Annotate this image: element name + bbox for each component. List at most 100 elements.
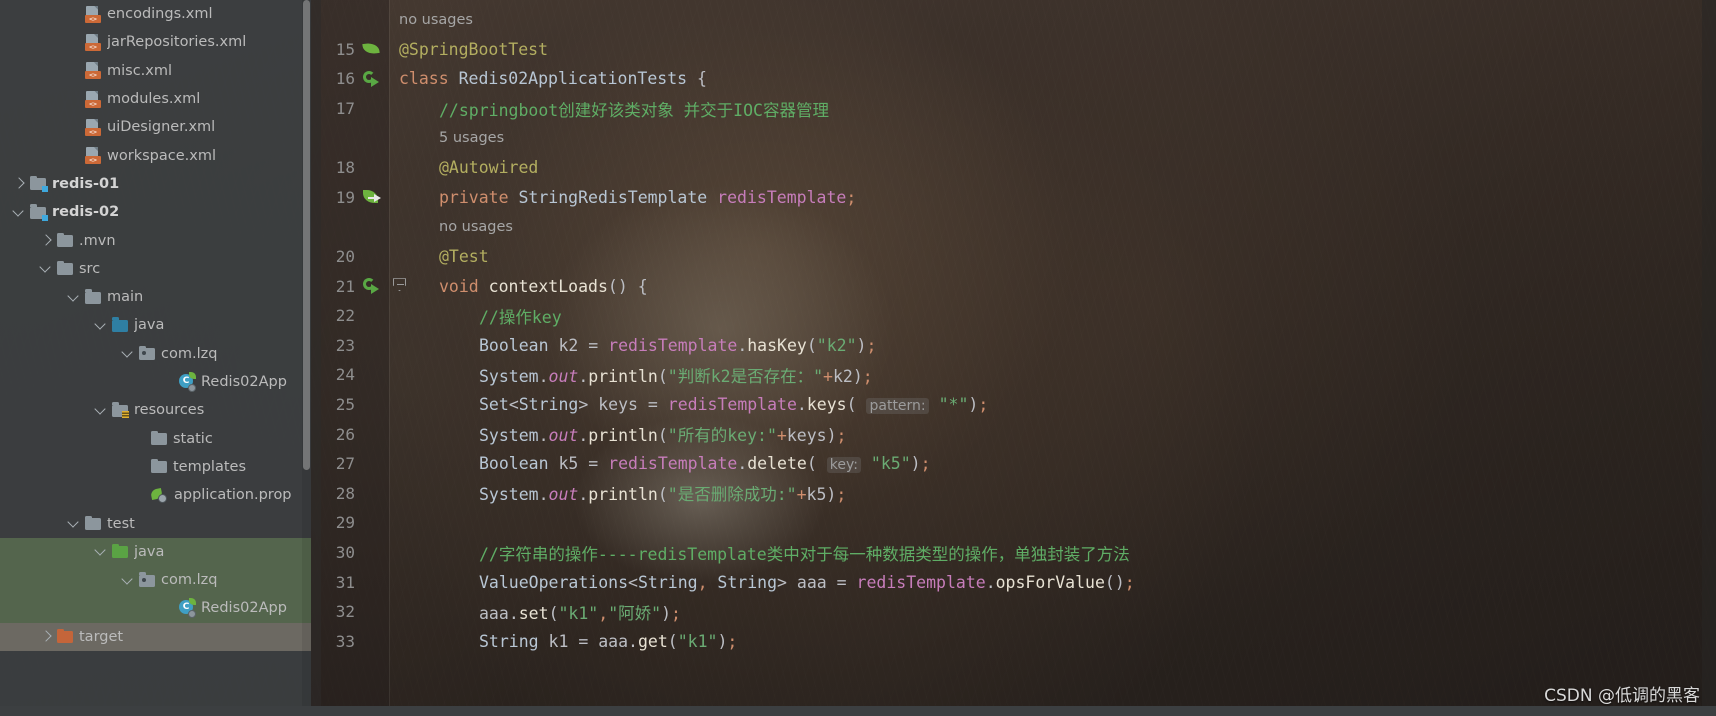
code-line[interactable]: 27 Boolean k5 = redisTemplate.delete( key… xyxy=(311,449,1716,479)
code-text: String k1 = aaa.get("k1"); xyxy=(479,632,737,651)
chevron-down-icon[interactable] xyxy=(121,573,136,588)
spring-bean-gutter-icon[interactable] xyxy=(362,40,381,58)
code-token: < xyxy=(628,572,638,592)
chevron-down-icon[interactable] xyxy=(94,544,109,559)
tree-row[interactable]: <> modules.xml xyxy=(0,85,311,113)
code-token: String xyxy=(518,395,579,415)
chevron-down-icon[interactable] xyxy=(67,290,82,305)
code-line[interactable]: no usages xyxy=(311,212,1716,242)
code-line[interactable]: 33 String k1 = aaa.get("k1"); xyxy=(311,627,1716,657)
tree-row[interactable]: redis-02 xyxy=(0,198,311,226)
chevron-right-icon[interactable] xyxy=(39,233,54,248)
code-text: System.out.println("是否删除成功:"+k5); xyxy=(479,481,846,505)
code-line[interactable]: 30//字符串的操作----redisTemplate类中对于每一种数据类型的操… xyxy=(311,538,1716,568)
code-line[interactable]: 5 usages xyxy=(311,123,1716,153)
tree-item-label: test xyxy=(107,515,135,532)
tree-row[interactable]: C Redis02App xyxy=(0,368,311,396)
code-token: StringRedisTemplate xyxy=(518,187,718,207)
tree-item-label: workspace.xml xyxy=(107,147,216,164)
code-text: //字符串的操作----redisTemplate类中对于每一种数据类型的操作，… xyxy=(479,541,1130,565)
tree-row[interactable]: <> misc.xml xyxy=(0,57,311,85)
run-test-gutter-icon[interactable] xyxy=(363,70,381,88)
code-line[interactable]: 32 aaa.set("k1","阿娇"); xyxy=(311,597,1716,627)
chevron-down-icon[interactable] xyxy=(12,205,27,220)
code-line[interactable]: 16 class Redis02ApplicationTests { xyxy=(311,64,1716,94)
code-token: aaa xyxy=(598,631,629,651)
tree-item-icon-wrap xyxy=(85,515,107,531)
code-token: redisTemplate xyxy=(608,454,738,474)
chevron-right-icon[interactable] xyxy=(39,629,54,644)
tree-item-icon-wrap: <> xyxy=(85,147,107,165)
folder-icon xyxy=(151,458,168,474)
tree-row[interactable]: <> encodings.xml xyxy=(0,0,311,28)
tree-row[interactable]: test xyxy=(0,509,311,537)
tree-row[interactable]: src xyxy=(0,255,311,283)
code-token: ; xyxy=(920,454,931,474)
code-line[interactable]: 28 System.out.println("是否删除成功:"+k5); xyxy=(311,479,1716,509)
code-fold-handle-icon[interactable] xyxy=(390,276,410,296)
code-token: ( xyxy=(657,485,668,505)
sidebar-scrollbar-thumb[interactable] xyxy=(303,0,310,470)
tree-row[interactable]: .mvn xyxy=(0,226,311,254)
project-tree-panel[interactable]: <> encodings.xml <> jarRepositories.xml <> mi… xyxy=(0,0,311,716)
code-token: println xyxy=(588,366,658,386)
tree-item-icon-wrap xyxy=(139,572,161,588)
chevron-down-icon[interactable] xyxy=(39,261,54,276)
code-token: "所有的key:" xyxy=(667,426,777,446)
tree-no-arrow xyxy=(67,63,82,78)
code-token: "k2" xyxy=(816,335,857,355)
code-line[interactable]: 22//操作key xyxy=(311,301,1716,331)
code-token: private xyxy=(439,187,519,207)
code-line[interactable]: 15 @SpringBootTest xyxy=(311,35,1716,65)
code-line[interactable]: 19 private StringRedisTemplate redisTempl… xyxy=(311,183,1716,213)
code-editor[interactable]: no usages 15 @SpringBootTest 16 class Redis0… xyxy=(311,0,1716,716)
tree-row[interactable]: com.lzq xyxy=(0,566,311,595)
tree-row[interactable]: <> workspace.xml xyxy=(0,142,311,170)
folder-icon xyxy=(85,515,102,531)
code-line[interactable]: 24 System.out.println("判断k2是否存在："+k2); xyxy=(311,360,1716,390)
editor-vertical-scrollbar[interactable] xyxy=(1702,0,1716,716)
tree-row[interactable]: <> uiDesigner.xml xyxy=(0,113,311,141)
code-line[interactable]: 18 @Autowired xyxy=(311,153,1716,183)
code-token: out xyxy=(548,366,579,386)
tree-item-label: target xyxy=(79,628,124,645)
sidebar-vertical-scrollbar[interactable] xyxy=(302,0,311,716)
code-line[interactable]: 26 System.out.println("所有的key:"+keys); xyxy=(311,419,1716,449)
code-line[interactable]: 29 xyxy=(311,508,1716,538)
tree-row[interactable]: target xyxy=(0,622,311,651)
code-line[interactable]: 17//springboot创建好该类对象 并交于IOC容器管理 xyxy=(311,94,1716,124)
tree-row[interactable]: static xyxy=(0,425,311,453)
code-line[interactable]: no usages xyxy=(311,5,1716,35)
tree-row[interactable]: java xyxy=(0,537,311,566)
tree-row[interactable]: resources xyxy=(0,396,311,424)
xml-file-icon: <> xyxy=(85,33,102,51)
tree-row[interactable]: main xyxy=(0,283,311,311)
tree-row[interactable]: com.lzq xyxy=(0,340,311,368)
code-text: Boolean k2 = redisTemplate.hasKey("k2"); xyxy=(479,336,876,355)
chevron-down-icon[interactable] xyxy=(121,346,136,361)
chevron-down-icon[interactable] xyxy=(67,516,82,531)
chevron-right-icon[interactable] xyxy=(12,176,27,191)
run-test-gutter-icon[interactable] xyxy=(363,277,381,295)
code-line[interactable]: 23 Boolean k2 = redisTemplate.hasKey("k2"… xyxy=(311,331,1716,361)
tree-row[interactable]: java xyxy=(0,311,311,339)
code-token: "判断k2是否存在：" xyxy=(667,366,824,386)
tree-item-icon-wrap: <> xyxy=(85,5,107,23)
code-line[interactable]: 21 void contextLoads() { xyxy=(311,271,1716,301)
tree-row[interactable]: redis-01 xyxy=(0,170,311,198)
tree-row[interactable]: application.prop xyxy=(0,481,311,509)
tree-item-label: com.lzq xyxy=(161,345,218,362)
code-line[interactable]: 31 ValueOperations<String, String> aaa = … xyxy=(311,567,1716,597)
chevron-down-icon[interactable] xyxy=(94,318,109,333)
chevron-down-icon[interactable] xyxy=(94,403,109,418)
tree-row[interactable]: <> jarRepositories.xml xyxy=(0,28,311,56)
tree-row[interactable]: C Redis02App xyxy=(0,594,311,623)
code-line[interactable]: 20 @Test xyxy=(311,242,1716,272)
source-folder-blue-icon xyxy=(112,317,129,333)
code-line[interactable]: 25 Set<String> keys = redisTemplate.keys(… xyxy=(311,390,1716,420)
tree-item-label: application.prop xyxy=(174,487,292,504)
code-token: keys xyxy=(806,395,847,415)
spring-autowired-gutter-icon[interactable] xyxy=(363,188,381,206)
code-token: aaa xyxy=(796,572,837,592)
tree-row[interactable]: templates xyxy=(0,453,311,481)
